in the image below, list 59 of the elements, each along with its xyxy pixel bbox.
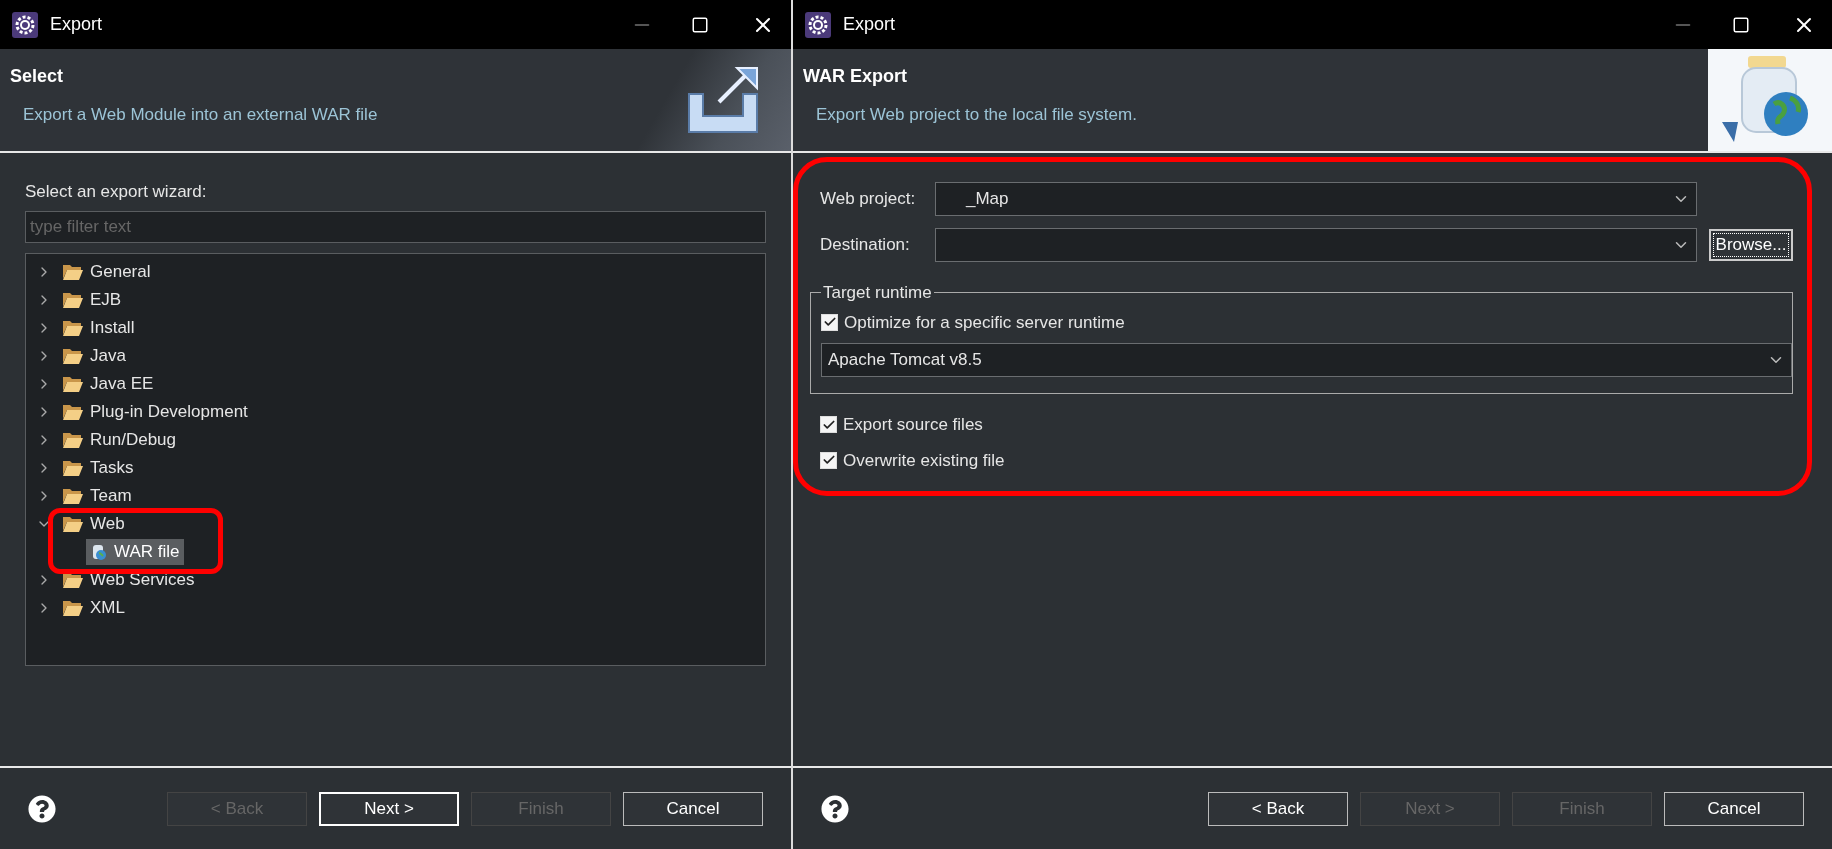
page-description: Export a Web Module into an external WAR file: [23, 104, 379, 126]
tree-item[interactable]: WAR file: [86, 538, 184, 565]
window-title: Export: [843, 13, 896, 36]
tree-item[interactable]: Team: [90, 482, 132, 509]
tree-item[interactable]: Plug-in Development: [90, 398, 248, 425]
wizard-label: Select an export wizard:: [25, 181, 208, 203]
dropdown-value: _Map: [966, 188, 1010, 211]
folder-icon: [62, 430, 84, 449]
tree-item[interactable]: Tasks: [90, 454, 134, 481]
destination-dropdown[interactable]: [935, 228, 1697, 262]
tree-item[interactable]: Install: [90, 314, 135, 341]
checkbox-label: Optimize for a specific server runtime: [844, 311, 1125, 334]
field-label: Web project:: [820, 188, 917, 211]
page-description: Export Web project to the local file system.: [816, 104, 1138, 126]
gear-icon: [12, 11, 38, 38]
folder-icon: [62, 458, 84, 477]
wizard-button[interactable]: Next >: [319, 791, 459, 826]
web-project-dropdown[interactable]: _Map: [935, 182, 1697, 216]
checkbox-label: Export source files: [843, 414, 983, 436]
jar-globe-icon: [90, 542, 108, 561]
field-label: Destination:: [820, 234, 911, 257]
maximize-icon[interactable]: [691, 15, 709, 34]
dropdown-value: Apache Tomcat v8.5: [828, 349, 983, 372]
help-icon[interactable]: [28, 794, 56, 823]
runtime-dropdown[interactable]: Apache Tomcat v8.5: [821, 343, 1792, 377]
tree-item[interactable]: XML: [90, 594, 125, 621]
tree-item[interactable]: Java EE: [90, 370, 154, 397]
tree-item[interactable]: Java: [90, 342, 126, 369]
folder-icon: [62, 290, 84, 309]
wizard-button[interactable]: < Back: [1208, 791, 1348, 826]
tree-item[interactable]: Web: [90, 510, 125, 537]
maximize-icon[interactable]: [1732, 15, 1750, 34]
tree-item[interactable]: Run/Debug: [90, 426, 176, 453]
folder-icon: [62, 486, 84, 505]
page-title: Select: [10, 65, 65, 88]
folder-icon: [62, 262, 84, 281]
folder-icon: [62, 346, 84, 365]
folder-icon: [62, 374, 84, 393]
browse-button[interactable]: Browse...: [1709, 229, 1793, 261]
folder-icon: [62, 318, 84, 337]
checkbox[interactable]: [820, 416, 837, 434]
checkbox[interactable]: [820, 451, 837, 469]
folder-icon: [62, 514, 84, 533]
tree-item-label: WAR file: [114, 540, 180, 563]
gear-icon: [805, 11, 831, 38]
wizard-button[interactable]: Cancel: [623, 791, 763, 826]
tree-item[interactable]: EJB: [90, 286, 122, 313]
tree-item[interactable]: General: [90, 258, 151, 285]
folder-icon: [62, 402, 84, 421]
export-icon: [685, 64, 761, 136]
page-title: WAR Export: [803, 65, 908, 88]
group-title: Target runtime: [822, 282, 933, 304]
checkbox[interactable]: [821, 313, 838, 331]
help-icon[interactable]: [821, 794, 849, 823]
filter-field[interactable]: type filter text: [25, 210, 766, 243]
checkbox-label: Overwrite existing file: [843, 449, 1005, 472]
window-title: Export: [50, 13, 103, 36]
wizard-button[interactable]: Cancel: [1664, 791, 1804, 826]
folder-icon: [62, 598, 84, 617]
